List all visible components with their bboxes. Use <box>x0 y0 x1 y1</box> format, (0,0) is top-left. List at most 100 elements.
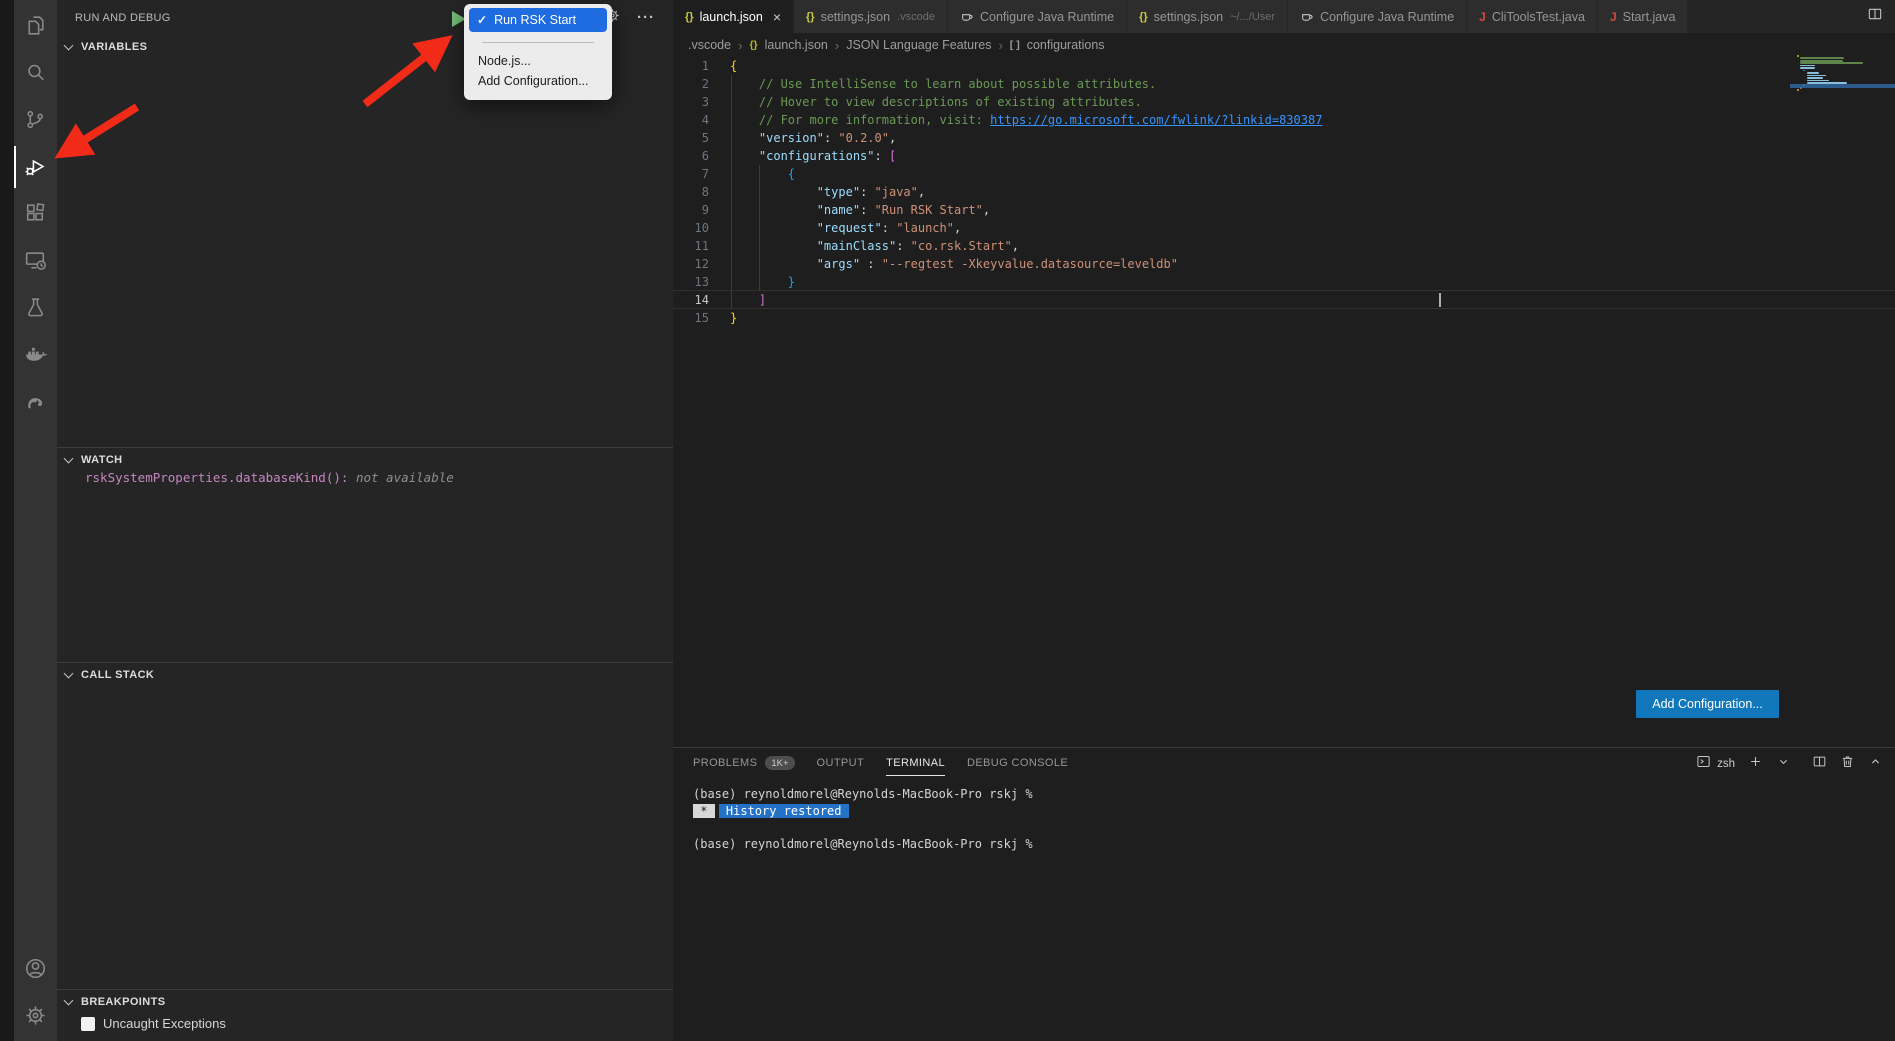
panel-tab-problems[interactable]: PROBLEMS1K+ <box>693 756 795 776</box>
minimap-line <box>1800 65 1815 67</box>
tab-clitoolstest-java[interactable]: JCliToolsTest.java <box>1467 0 1598 33</box>
code-line-4[interactable]: 4 // For more information, visit: https:… <box>673 111 1895 129</box>
line-number: 15 <box>673 309 723 327</box>
account-icon[interactable] <box>14 945 57 992</box>
add-configuration-button[interactable]: Add Configuration... <box>1636 690 1779 718</box>
tab-description: .vscode <box>897 11 935 23</box>
chevron-down-icon <box>64 996 74 1006</box>
minimap-line <box>1797 89 1799 91</box>
shell-label[interactable]: zsh <box>1717 758 1735 770</box>
watch-expression: rskSystemProperties.databaseKind(): <box>85 470 348 485</box>
breadcrumb-separator: › <box>738 38 742 53</box>
history-star-chip: * <box>693 804 715 818</box>
line-number: 8 <box>673 183 723 201</box>
code-line-1[interactable]: 1{ <box>673 57 1895 75</box>
sidebar-title: RUN AND DEBUG <box>75 12 171 24</box>
selected-config-label: Run RSK Start <box>494 13 576 27</box>
terminal-line: (base) reynoldmorel@Reynolds-MacBook-Pro… <box>693 836 1033 853</box>
minimap-line <box>1800 57 1844 59</box>
code-line-12[interactable]: 12 "args" : "--regtest -Xkeyvalue.dataso… <box>673 255 1895 273</box>
tab-settings-json[interactable]: {}settings.json.vscode <box>794 0 948 33</box>
split-terminal-icon[interactable] <box>1812 754 1827 774</box>
kill-terminal-trash-icon[interactable] <box>1840 754 1855 774</box>
line-number: 5 <box>673 129 723 147</box>
minimap-line <box>1807 72 1819 74</box>
breadcrumb-item-configurations[interactable]: configurations <box>1027 38 1105 52</box>
code-line-10[interactable]: 10 "request": "launch", <box>673 219 1895 237</box>
settings-gear-icon[interactable] <box>14 992 57 1039</box>
code-line-8[interactable]: 8 "type": "java", <box>673 183 1895 201</box>
code-line-11[interactable]: 11 "mainClass": "co.rsk.Start", <box>673 237 1895 255</box>
code-line-7[interactable]: 7 { <box>673 165 1895 183</box>
tab-description: ~/.../User <box>1230 11 1275 23</box>
terminal-content[interactable]: (base) reynoldmorel@Reynolds-MacBook-Pro… <box>693 786 1033 852</box>
tab-start-java[interactable]: JStart.java <box>1598 0 1689 33</box>
code-text: } <box>730 309 737 327</box>
breakpoints-section-header[interactable]: BREAKPOINTS <box>57 990 673 1013</box>
search-icon[interactable] <box>14 49 57 96</box>
code-line-2[interactable]: 2 // Use IntelliSense to learn about pos… <box>673 75 1895 93</box>
line-number: 1 <box>673 57 723 75</box>
tab-configure-java-runtime[interactable]: Configure Java Runtime <box>948 0 1127 33</box>
maximize-panel-chevron-icon[interactable] <box>1868 754 1883 774</box>
tab-label: settings.json <box>821 10 890 24</box>
watch-section-header[interactable]: WATCH <box>57 448 673 471</box>
run-and-debug-icon[interactable] <box>14 143 57 190</box>
call-stack-section-header[interactable]: CALL STACK <box>57 663 673 686</box>
tab-configure-java-runtime[interactable]: Configure Java Runtime <box>1288 0 1467 33</box>
text-cursor <box>1439 293 1441 307</box>
minimap-slider[interactable] <box>1790 84 1895 88</box>
split-editor-icon[interactable] <box>1867 6 1883 27</box>
line-number: 12 <box>673 255 723 273</box>
dropdown-item-add-configuration-[interactable]: Add Configuration... <box>464 71 612 91</box>
tab-launch-json[interactable]: {}launch.json× <box>673 0 794 33</box>
gradle-icon[interactable] <box>14 378 57 425</box>
breadcrumb-item-launch-json[interactable]: launch.json <box>765 38 828 52</box>
line-number: 10 <box>673 219 723 237</box>
panel-tab-terminal[interactable]: TERMINAL <box>886 757 945 776</box>
watch-value: not available <box>356 470 454 485</box>
tab-settings-json[interactable]: {}settings.json~/.../User <box>1127 0 1288 33</box>
indent-guide <box>731 75 732 309</box>
dropdown-item-run-rsk-start[interactable]: ✓ Run RSK Start <box>469 8 607 32</box>
source-control-icon[interactable] <box>14 96 57 143</box>
chevron-down-icon <box>64 669 74 679</box>
explorer-icon[interactable] <box>14 2 57 49</box>
extensions-icon[interactable] <box>14 190 57 237</box>
close-icon[interactable]: × <box>773 9 781 25</box>
line-number: 13 <box>673 273 723 291</box>
code-line-3[interactable]: 3 // Hover to view descriptions of exist… <box>673 93 1895 111</box>
docker-icon[interactable] <box>14 331 57 378</box>
array-symbol-icon: [ ] <box>1010 39 1020 51</box>
code-line-6[interactable]: 6 "configurations": [ <box>673 147 1895 165</box>
code-text: "mainClass": "co.rsk.Start", <box>730 237 1019 255</box>
code-line-9[interactable]: 9 "name": "Run RSK Start", <box>673 201 1895 219</box>
code-line-5[interactable]: 5 "version": "0.2.0", <box>673 129 1895 147</box>
test-icon[interactable] <box>14 284 57 331</box>
tab-label: settings.json <box>1154 10 1223 24</box>
dropdown-item-node-js-[interactable]: Node.js... <box>464 51 612 71</box>
line-number: 6 <box>673 147 723 165</box>
run-and-debug-sidebar: RUN AND DEBUG ··· VARIABLES WATCH rskSys… <box>57 0 673 1041</box>
breadcrumb-item--vscode[interactable]: .vscode <box>688 38 731 52</box>
code-line-15[interactable]: 15} <box>673 309 1895 327</box>
line-number: 4 <box>673 111 723 129</box>
watch-expression-row[interactable]: rskSystemProperties.databaseKind(): not … <box>85 470 454 490</box>
remote-explorer-icon[interactable] <box>14 237 57 284</box>
panel-tab-debug-console[interactable]: DEBUG CONSOLE <box>967 757 1068 775</box>
code-text: "name": "Run RSK Start", <box>730 201 990 219</box>
panel-tab-output[interactable]: OUTPUT <box>817 757 865 775</box>
new-terminal-plus-icon[interactable] <box>1748 754 1763 774</box>
debug-configuration-dropdown: ✓ Run RSK Start Node.js...Add Configurat… <box>464 4 612 100</box>
minimap[interactable] <box>1797 55 1892 100</box>
line-number: 2 <box>673 75 723 93</box>
code-line-13[interactable]: 13 } <box>673 273 1895 291</box>
minimap-line <box>1800 67 1815 69</box>
terminal-launch-chevron-icon[interactable] <box>1776 754 1791 774</box>
sidebar-more-actions-icon[interactable]: ··· <box>637 9 655 26</box>
line-number: 9 <box>673 201 723 219</box>
breadcrumb-item-json-language-features[interactable]: JSON Language Features <box>846 38 991 52</box>
breadcrumb-separator: › <box>835 38 839 53</box>
uncaught-exceptions-checkbox[interactable] <box>81 1017 95 1031</box>
editor-tab-bar: {}launch.json×{}settings.json.vscodeConf… <box>673 0 1895 33</box>
